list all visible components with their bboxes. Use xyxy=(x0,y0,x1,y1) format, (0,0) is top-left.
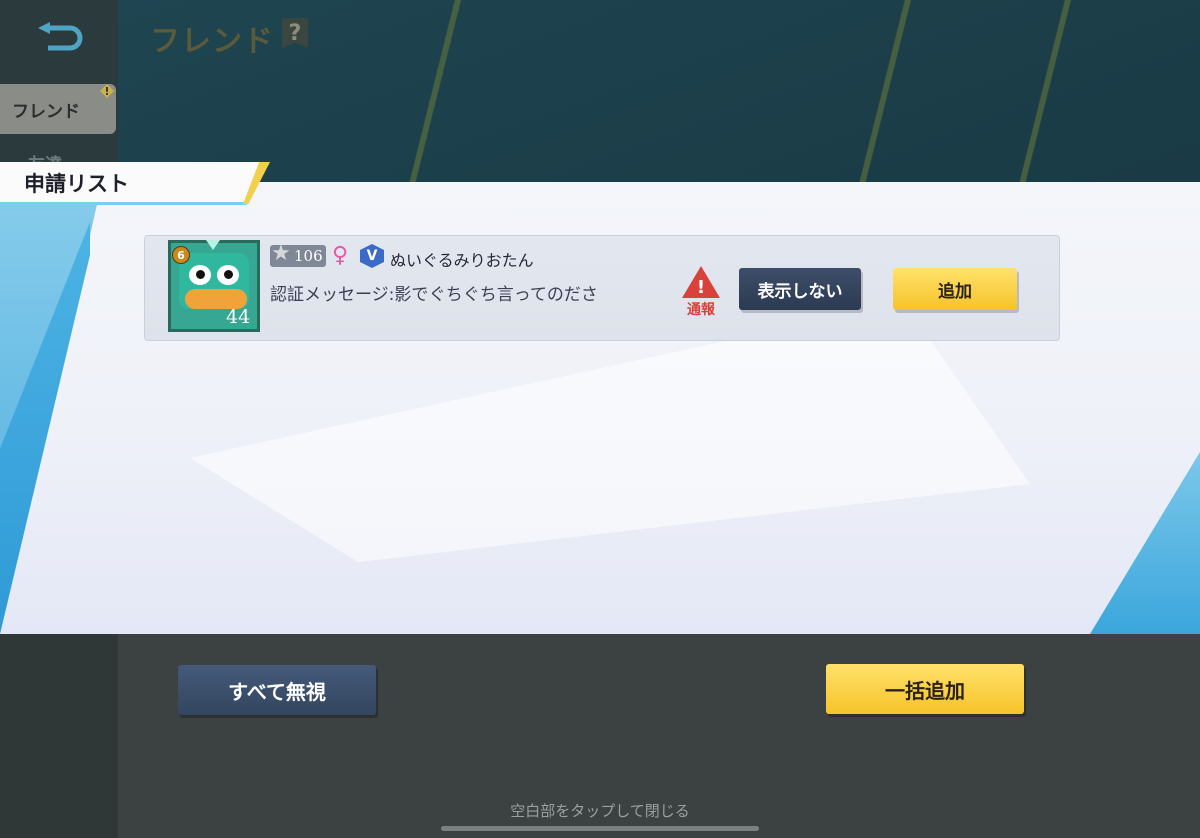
gender-female-icon: ♀ xyxy=(332,243,349,268)
section-title: 申請リスト xyxy=(24,172,129,196)
star-level-number: 106 xyxy=(294,247,323,265)
modal-stripe xyxy=(1090,452,1200,634)
notification-badge: ! xyxy=(100,84,114,98)
player-name: ぬいぐるみりおたん xyxy=(390,251,534,270)
add-friend-button[interactable]: 追加 xyxy=(893,268,1017,310)
verification-message: 認証メッセージ:影でぐちぐち言ってのださ xyxy=(270,285,598,305)
page-title: フレンド xyxy=(150,24,274,59)
home-indicator[interactable] xyxy=(441,826,759,831)
star-icon: ★ xyxy=(271,241,291,266)
back-arrow-icon xyxy=(38,22,83,51)
modal-decoration xyxy=(190,302,1030,562)
close-hint[interactable]: 空白部をタップして閉じる xyxy=(0,800,1200,821)
sidebar-tab-friend[interactable]: フレンド ! xyxy=(0,84,116,134)
eye-icon xyxy=(189,265,211,285)
hide-request-button[interactable]: 表示しない xyxy=(739,268,861,310)
back-button[interactable] xyxy=(30,18,90,60)
eye-icon xyxy=(217,265,239,285)
rank-badge: 6 xyxy=(172,246,190,264)
avatar-level: 44 xyxy=(226,306,251,328)
avatar-character xyxy=(179,253,249,309)
sidebar-tab-label: フレンド xyxy=(12,101,80,122)
ignore-all-button[interactable]: すべて無視 xyxy=(178,665,376,715)
add-all-button[interactable]: 一括追加 xyxy=(826,664,1024,714)
report-label[interactable]: 通報 xyxy=(682,299,720,319)
